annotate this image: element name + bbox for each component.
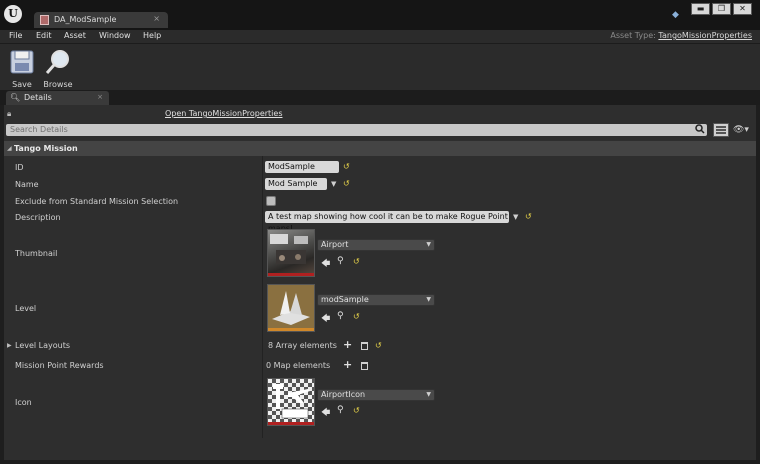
collapse-arrow-icon: ◢ bbox=[7, 145, 12, 152]
mission-rewards-clear-icon[interactable] bbox=[361, 362, 368, 370]
level-browse-icon[interactable]: ⚲ bbox=[337, 311, 344, 321]
thumbnail-browse-icon[interactable]: ⚲ bbox=[337, 256, 344, 266]
thumbnail-use-selected-icon[interactable]: 🡄 bbox=[321, 256, 330, 272]
level-map-icon bbox=[272, 291, 310, 325]
data-asset-icon bbox=[40, 15, 49, 25]
icon-label: Icon bbox=[15, 398, 32, 407]
close-window-button[interactable]: ✕ bbox=[733, 3, 752, 15]
icon-asset-combo[interactable]: AirportIcon ▼ bbox=[317, 389, 435, 401]
unreal-logo-icon: U bbox=[4, 5, 22, 23]
thumbnail-preview[interactable] bbox=[267, 229, 315, 277]
reset-id-icon[interactable]: ↺ bbox=[343, 162, 350, 171]
property-matrix-button[interactable] bbox=[713, 123, 729, 137]
search-placeholder: Search Details bbox=[10, 125, 68, 134]
level-layouts-clear-icon[interactable] bbox=[361, 342, 368, 350]
mission-rewards-count: 0 Map elements bbox=[266, 361, 331, 370]
grid-icon bbox=[716, 126, 726, 134]
level-asset-combo[interactable]: modSample ▼ bbox=[317, 294, 435, 306]
name-field[interactable]: Mod Sample bbox=[265, 178, 327, 190]
category-label: Tango Mission bbox=[14, 144, 78, 153]
level-layouts-add-icon[interactable]: + bbox=[343, 339, 352, 350]
menu-bar: File Edit Asset Window Help Asset Type: … bbox=[0, 30, 760, 43]
thumbnail-asset-combo[interactable]: Airport ▼ bbox=[317, 239, 435, 251]
category-header[interactable]: ◢ Tango Mission bbox=[4, 141, 756, 156]
document-tab-label: DA_ModSample bbox=[54, 15, 117, 24]
thumbnail-asset-name: Airport bbox=[321, 240, 349, 249]
details-tab-label: Details bbox=[24, 93, 52, 102]
reset-level-layouts-icon[interactable]: ↺ bbox=[375, 341, 382, 350]
description-label: Description bbox=[15, 213, 61, 222]
column-divider[interactable] bbox=[262, 156, 263, 438]
lock-icon[interactable]: 🔒︎ bbox=[7, 109, 11, 119]
reset-level-icon[interactable]: ↺ bbox=[353, 312, 360, 321]
level-use-selected-icon[interactable]: 🡄 bbox=[321, 311, 330, 327]
thumbnail-combo-arrow-icon: ▼ bbox=[426, 241, 431, 248]
level-layouts-label: Level Layouts bbox=[15, 341, 71, 350]
thumbnail-image-icon bbox=[270, 234, 308, 264]
menu-window[interactable]: Window bbox=[99, 31, 131, 40]
asset-type-indicator: Asset Type: TangoMissionProperties bbox=[610, 31, 752, 40]
details-tab[interactable]: 🔍︎ Details × bbox=[6, 91, 109, 105]
name-options-arrow-icon[interactable]: ▼ bbox=[331, 180, 336, 188]
icon-asset-name: AirportIcon bbox=[321, 390, 366, 399]
thumbnail-type-bar bbox=[268, 273, 314, 276]
magnifier-icon bbox=[45, 50, 69, 74]
maximize-button[interactable]: ❐ bbox=[712, 3, 731, 15]
panel-tab-strip: 🔍︎ Details × bbox=[0, 90, 760, 105]
mission-rewards-label: Mission Point Rewards bbox=[15, 361, 104, 370]
help-icon[interactable]: ◆ bbox=[672, 10, 684, 20]
search-details-input[interactable]: Search Details bbox=[6, 124, 707, 136]
description-field[interactable]: A test map showing how cool it can be to… bbox=[265, 211, 509, 233]
icon-use-selected-icon[interactable]: 🡄 bbox=[321, 405, 330, 421]
icon-combo-arrow-icon: ▼ bbox=[426, 391, 431, 398]
menu-edit[interactable]: Edit bbox=[36, 31, 52, 40]
browse-button[interactable]: Browse bbox=[40, 48, 76, 89]
icon-preview[interactable] bbox=[267, 378, 315, 426]
menu-file[interactable]: File bbox=[9, 31, 22, 40]
icon-browse-icon[interactable]: ⚲ bbox=[337, 405, 344, 415]
save-label: Save bbox=[12, 80, 32, 89]
browse-label: Browse bbox=[43, 80, 73, 89]
save-button[interactable]: Save bbox=[4, 48, 40, 89]
description-options-arrow-icon[interactable]: ▼ bbox=[513, 213, 518, 221]
reset-thumbnail-icon[interactable]: ↺ bbox=[353, 257, 360, 266]
asset-type-label: Asset Type: bbox=[610, 31, 656, 40]
asset-type-link[interactable]: TangoMissionProperties bbox=[658, 31, 752, 40]
level-label: Level bbox=[15, 304, 37, 313]
details-magnifier-icon: 🔍︎ bbox=[10, 93, 21, 102]
level-asset-name: modSample bbox=[321, 295, 369, 304]
title-bar: U DA_ModSample × ◆ ▬ ❐ ✕ bbox=[0, 0, 760, 30]
icon-type-bar bbox=[268, 422, 314, 425]
search-icon bbox=[695, 124, 705, 134]
level-preview[interactable] bbox=[267, 284, 315, 332]
open-asset-link[interactable]: Open TangoMissionProperties bbox=[165, 109, 283, 118]
document-tab[interactable]: DA_ModSample × bbox=[34, 12, 168, 28]
save-icon bbox=[10, 50, 34, 74]
menu-asset[interactable]: Asset bbox=[64, 31, 86, 40]
level-layouts-expand-icon[interactable]: ▶ bbox=[7, 342, 12, 349]
name-label: Name bbox=[15, 180, 39, 189]
window-controls: ▬ ❐ ✕ bbox=[691, 3, 752, 15]
close-details-icon[interactable]: × bbox=[97, 93, 103, 101]
level-combo-arrow-icon: ▼ bbox=[426, 296, 431, 303]
exclude-label: Exclude from Standard Mission Selection bbox=[15, 197, 179, 206]
mission-rewards-add-icon[interactable]: + bbox=[343, 359, 352, 370]
airport-icon bbox=[273, 384, 310, 419]
level-type-bar bbox=[268, 328, 314, 331]
menu-help[interactable]: Help bbox=[143, 31, 161, 40]
reset-description-icon[interactable]: ↺ bbox=[525, 212, 532, 221]
level-layouts-count: 8 Array elements bbox=[268, 341, 337, 350]
view-options-eye-icon[interactable]: 👁︎▾ bbox=[733, 125, 749, 135]
thumbnail-label: Thumbnail bbox=[15, 249, 58, 258]
id-label: ID bbox=[15, 163, 24, 172]
id-field[interactable]: ModSample bbox=[265, 161, 339, 173]
toolbar: Save Browse bbox=[0, 43, 760, 90]
minimize-button[interactable]: ▬ bbox=[691, 3, 710, 15]
close-tab-icon[interactable]: × bbox=[153, 14, 160, 23]
reset-name-icon[interactable]: ↺ bbox=[343, 179, 350, 188]
exclude-checkbox[interactable] bbox=[266, 196, 276, 206]
details-panel: 🔒︎ Open TangoMissionProperties Search De… bbox=[4, 105, 756, 460]
reset-icon-icon[interactable]: ↺ bbox=[353, 406, 360, 415]
